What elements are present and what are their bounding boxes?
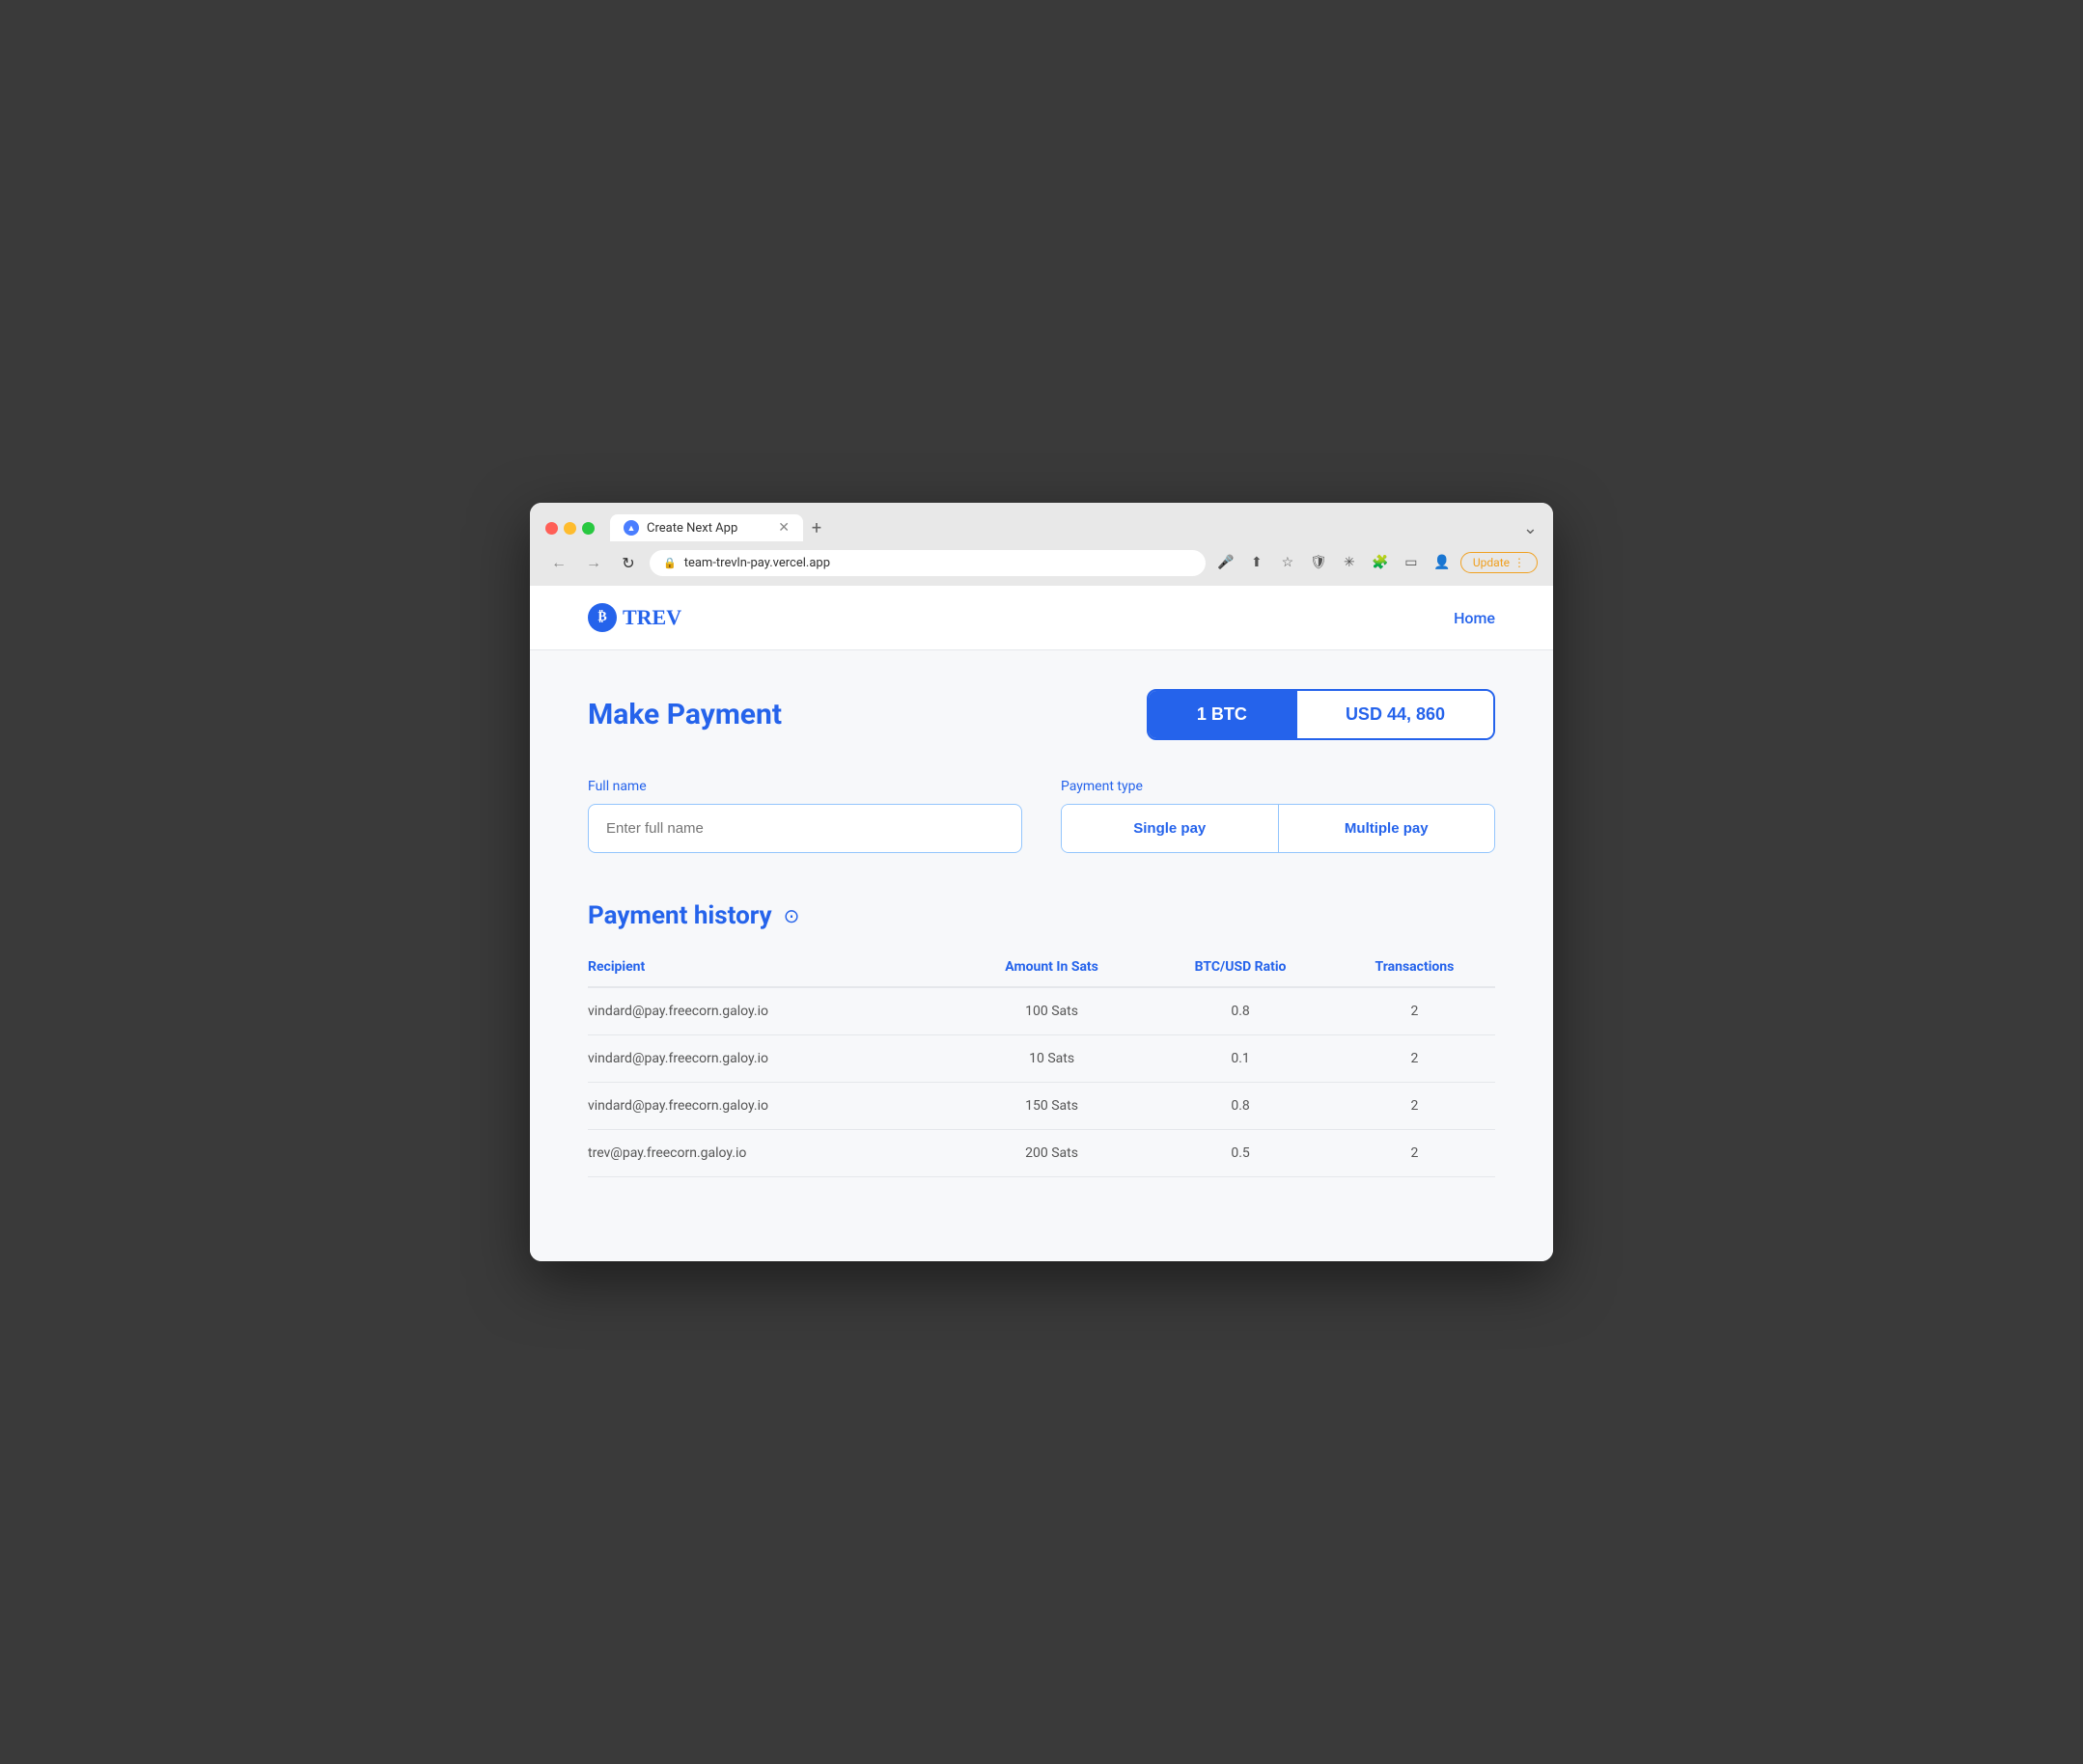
cell-recipient: vindard@pay.freecorn.galoy.io bbox=[588, 1083, 957, 1130]
traffic-lights bbox=[545, 522, 595, 535]
cell-ratio: 0.5 bbox=[1147, 1130, 1334, 1177]
browser-tab[interactable]: ▲ Create Next App ✕ bbox=[610, 514, 803, 541]
sidebar-icon[interactable]: ▭ bbox=[1399, 550, 1424, 575]
maximize-traffic-light[interactable] bbox=[582, 522, 595, 535]
page-content: ₿ TREV Home Make Payment 1 BTC USD 44, 8… bbox=[530, 586, 1553, 1261]
url-text: team-trevln-pay.vercel.app bbox=[684, 556, 1192, 570]
shield-icon[interactable]: 🛡 bbox=[1306, 550, 1331, 575]
form-left: Full name bbox=[588, 779, 1022, 853]
cell-recipient: vindard@pay.freecorn.galoy.io bbox=[588, 1035, 957, 1083]
payment-type-label: Payment type bbox=[1061, 779, 1495, 794]
browser-toolbar: ← → ↻ 🔒 team-trevln-pay.vercel.app 🎤 ⬆ ☆… bbox=[530, 541, 1553, 586]
logo: ₿ TREV bbox=[588, 603, 1454, 632]
table-body: vindard@pay.freecorn.galoy.io 100 Sats 0… bbox=[588, 987, 1495, 1177]
browser-window: ▲ Create Next App ✕ + ⌄ ← → ↻ 🔒 team-tre… bbox=[530, 503, 1553, 1261]
cell-ratio: 0.8 bbox=[1147, 1083, 1334, 1130]
microphone-icon[interactable]: 🎤 bbox=[1213, 550, 1238, 575]
logo-text: TREV bbox=[623, 605, 681, 630]
full-name-label: Full name bbox=[588, 779, 1022, 794]
main-content: Make Payment 1 BTC USD 44, 860 Full name… bbox=[530, 650, 1553, 1216]
btc-button[interactable]: 1 BTC bbox=[1149, 691, 1295, 738]
address-bar[interactable]: 🔒 team-trevln-pay.vercel.app bbox=[650, 550, 1206, 576]
col-recipient: Recipient bbox=[588, 950, 957, 987]
sparkle-icon[interactable]: ✳ bbox=[1337, 550, 1362, 575]
full-name-input[interactable] bbox=[588, 804, 1022, 853]
forward-button[interactable]: → bbox=[580, 549, 607, 576]
cell-transactions: 2 bbox=[1334, 1035, 1495, 1083]
payment-history-section: Payment history ⊙ Recipient Amount In Sa… bbox=[588, 901, 1495, 1177]
history-header: Payment history ⊙ bbox=[588, 901, 1495, 930]
payment-type-buttons: Single pay Multiple pay bbox=[1061, 804, 1495, 853]
table-row: trev@pay.freecorn.galoy.io 200 Sats 0.5 … bbox=[588, 1130, 1495, 1177]
chevron-circle-icon[interactable]: ⊙ bbox=[784, 904, 800, 927]
cell-transactions: 2 bbox=[1334, 987, 1495, 1035]
table-row: vindard@pay.freecorn.galoy.io 10 Sats 0.… bbox=[588, 1035, 1495, 1083]
update-button[interactable]: Update ⋮ bbox=[1460, 552, 1538, 573]
page-title: Make Payment bbox=[588, 698, 1108, 731]
new-tab-button[interactable]: + bbox=[803, 514, 830, 541]
cell-amount: 200 Sats bbox=[957, 1130, 1147, 1177]
tab-menu-button[interactable]: ⌄ bbox=[1523, 518, 1538, 538]
cell-amount: 100 Sats bbox=[957, 987, 1147, 1035]
single-pay-button[interactable]: Single pay bbox=[1062, 805, 1279, 852]
share-icon[interactable]: ⬆ bbox=[1244, 550, 1269, 575]
logo-icon: ₿ bbox=[588, 603, 617, 632]
table-header-row: Recipient Amount In Sats BTC/USD Ratio T… bbox=[588, 950, 1495, 987]
form-right: Payment type Single pay Multiple pay bbox=[1061, 779, 1495, 853]
puzzle-icon[interactable]: 🧩 bbox=[1368, 550, 1393, 575]
cell-ratio: 0.8 bbox=[1147, 987, 1334, 1035]
close-traffic-light[interactable] bbox=[545, 522, 558, 535]
history-title: Payment history bbox=[588, 901, 772, 930]
multiple-pay-button[interactable]: Multiple pay bbox=[1279, 805, 1495, 852]
lock-icon: 🔒 bbox=[663, 557, 677, 569]
cell-amount: 10 Sats bbox=[957, 1035, 1147, 1083]
table-row: vindard@pay.freecorn.galoy.io 100 Sats 0… bbox=[588, 987, 1495, 1035]
browser-chrome: ▲ Create Next App ✕ + ⌄ ← → ↻ 🔒 team-tre… bbox=[530, 503, 1553, 586]
refresh-button[interactable]: ↻ bbox=[615, 549, 642, 576]
star-icon[interactable]: ☆ bbox=[1275, 550, 1300, 575]
table-header: Recipient Amount In Sats BTC/USD Ratio T… bbox=[588, 950, 1495, 987]
tabs-row: ▲ Create Next App ✕ + ⌄ bbox=[610, 514, 1538, 541]
payment-top: Make Payment 1 BTC USD 44, 860 bbox=[588, 689, 1495, 740]
table-row: vindard@pay.freecorn.galoy.io 150 Sats 0… bbox=[588, 1083, 1495, 1130]
site-nav: ₿ TREV Home bbox=[530, 586, 1553, 650]
tab-favicon: ▲ bbox=[624, 520, 639, 536]
cell-ratio: 0.1 bbox=[1147, 1035, 1334, 1083]
col-transactions: Transactions bbox=[1334, 950, 1495, 987]
cell-recipient: vindard@pay.freecorn.galoy.io bbox=[588, 987, 957, 1035]
minimize-traffic-light[interactable] bbox=[564, 522, 576, 535]
payment-heading: Make Payment bbox=[588, 698, 1108, 731]
history-table: Recipient Amount In Sats BTC/USD Ratio T… bbox=[588, 950, 1495, 1177]
cell-transactions: 2 bbox=[1334, 1130, 1495, 1177]
avatar-icon[interactable]: 👤 bbox=[1430, 550, 1455, 575]
cell-recipient: trev@pay.freecorn.galoy.io bbox=[588, 1130, 957, 1177]
browser-titlebar: ▲ Create Next App ✕ + ⌄ bbox=[530, 503, 1553, 541]
usd-button[interactable]: USD 44, 860 bbox=[1295, 691, 1493, 738]
tab-title: Create Next App bbox=[647, 521, 770, 536]
back-button[interactable]: ← bbox=[545, 549, 572, 576]
currency-toggle: 1 BTC USD 44, 860 bbox=[1147, 689, 1495, 740]
nav-home-link[interactable]: Home bbox=[1454, 609, 1495, 627]
cell-amount: 150 Sats bbox=[957, 1083, 1147, 1130]
col-ratio: BTC/USD Ratio bbox=[1147, 950, 1334, 987]
cell-transactions: 2 bbox=[1334, 1083, 1495, 1130]
col-amount: Amount In Sats bbox=[957, 950, 1147, 987]
toolbar-icons: 🎤 ⬆ ☆ 🛡 ✳ 🧩 ▭ 👤 Update ⋮ bbox=[1213, 550, 1538, 575]
form-section: Full name Payment type Single pay Multip… bbox=[588, 779, 1495, 853]
tab-close-button[interactable]: ✕ bbox=[778, 521, 790, 535]
